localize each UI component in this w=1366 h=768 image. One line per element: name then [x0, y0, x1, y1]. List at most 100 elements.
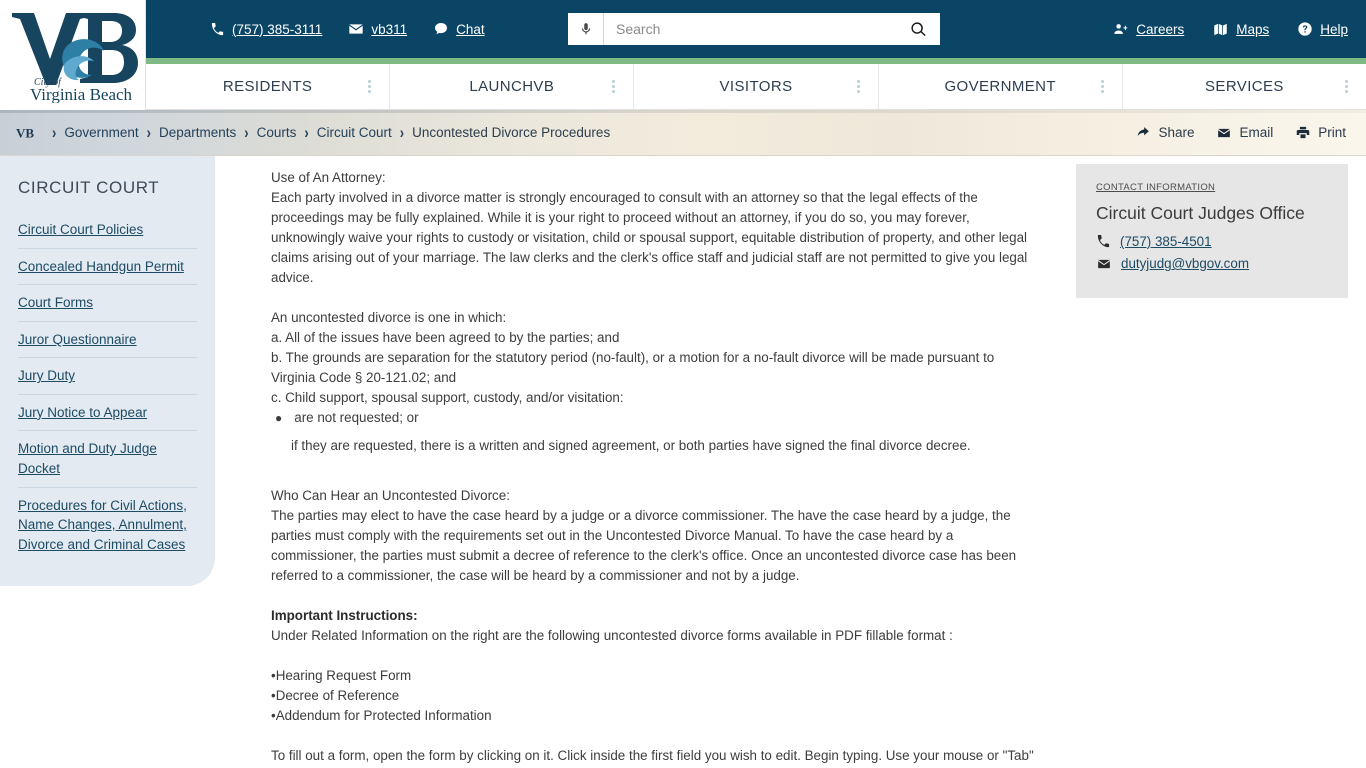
attorney-body: Each party involved in a divorce matter …: [271, 190, 1028, 285]
nav-item-visitors[interactable]: VISITORS: [634, 64, 879, 109]
contact-information-card: CONTACT INFORMATION Circuit Court Judges…: [1076, 164, 1348, 298]
header-careers-label: Careers: [1136, 21, 1185, 37]
breadcrumb-separator: ›: [52, 123, 57, 142]
breadcrumb-item-current: Uncontested Divorce Procedures: [412, 125, 611, 140]
nav-more-icon-launchvb[interactable]: [612, 80, 616, 93]
uncontested-item-c: c. Child support, spousal support, custo…: [271, 390, 624, 405]
sidebar-item-jury-notice-to-appear[interactable]: Jury Notice to Appear: [18, 395, 197, 432]
nav-item-services[interactable]: SERVICES: [1123, 64, 1366, 109]
nav-more-icon-services[interactable]: [1345, 80, 1349, 93]
print-button[interactable]: Print: [1295, 125, 1346, 140]
search-icon: [910, 21, 926, 36]
section-sidebar: CIRCUIT COURT Circuit Court Policies Con…: [0, 156, 215, 587]
nav-label-government: GOVERNMENT: [944, 78, 1056, 95]
email-icon: [349, 24, 363, 34]
search-submit-button[interactable]: [896, 13, 940, 45]
nav-item-residents[interactable]: RESIDENTS: [146, 64, 391, 109]
header-utility-links: Careers Maps Help: [1112, 21, 1348, 37]
careers-icon: [1114, 23, 1128, 34]
header-careers-link[interactable]: Careers: [1112, 22, 1184, 37]
contact-name: Circuit Court Judges Office: [1096, 203, 1305, 223]
page-body: CIRCUIT COURT Circuit Court Policies Con…: [0, 156, 1366, 764]
share-label: Share: [1158, 125, 1195, 140]
contact-phone-link[interactable]: (757) 385-4501: [1120, 234, 1212, 249]
breadcrumb-separator: ›: [399, 123, 405, 142]
header-maps-link[interactable]: Maps: [1212, 22, 1269, 37]
sidebar-item-procedures-for-civil-actions[interactable]: Procedures for Civil Actions, Name Chang…: [18, 488, 197, 563]
contact-email-row: dutyjudg@vbgov.com: [1096, 256, 1328, 271]
uncontested-item-b: b. The grounds are separation for the st…: [271, 350, 995, 385]
breadcrumb-home-link[interactable]: VB: [16, 124, 42, 142]
attorney-heading: Use of An Attorney:: [271, 170, 386, 185]
who-heading: Who Can Hear an Uncontested Divorce:: [271, 488, 510, 503]
nav-more-icon-visitors[interactable]: [856, 80, 860, 93]
important-heading: Important Instructions:: [271, 608, 418, 623]
breadcrumb-separator: ›: [304, 123, 309, 142]
share-icon: [1138, 126, 1150, 136]
microphone-icon: [581, 23, 590, 35]
header-vb311-label: vb311: [371, 21, 408, 37]
header-maps-label: Maps: [1236, 21, 1270, 37]
nav-item-government[interactable]: GOVERNMENT: [879, 64, 1123, 109]
map-icon: [1214, 23, 1227, 35]
header-phone-label: (757) 385-3111: [232, 21, 323, 37]
nav-more-icon-residents[interactable]: [368, 80, 372, 93]
phone-icon: [1097, 234, 1110, 248]
contact-kicker[interactable]: CONTACT INFORMATION: [1096, 182, 1328, 193]
contact-phone-row: (757) 385-4501: [1096, 234, 1328, 249]
form-item-hearing-request: •Hearing Request Form: [271, 668, 412, 683]
breadcrumb-item-government[interactable]: Government: [64, 125, 138, 140]
sidebar-item-circuit-court-policies[interactable]: Circuit Court Policies: [18, 212, 197, 249]
sidebar-item-juror-questionnaire[interactable]: Juror Questionnaire: [18, 322, 197, 359]
nav-more-icon-government[interactable]: [1100, 80, 1104, 93]
sidebar-item-jury-duty[interactable]: Jury Duty: [18, 358, 197, 395]
uncontested-item-a: a. All of the issues have been agreed to…: [271, 330, 620, 345]
email-icon: [1098, 259, 1110, 268]
email-button[interactable]: Email: [1216, 125, 1273, 140]
related-rail: CONTACT INFORMATION Circuit Court Judges…: [1076, 156, 1366, 764]
breadcrumb-bar: VB › Government › Departments › Courts ›…: [0, 110, 1366, 156]
help-icon: [1298, 22, 1312, 36]
sidebar-title: CIRCUIT COURT: [18, 178, 160, 197]
who-body: The parties may elect to have the case h…: [271, 508, 1017, 583]
uncontested-intro: An uncontested divorce is one in which:: [271, 310, 507, 325]
print-label: Print: [1318, 125, 1346, 140]
chat-icon: [435, 23, 448, 35]
bullet-icon: ●: [275, 411, 283, 425]
header-chat-link[interactable]: Chat: [433, 21, 485, 37]
nav-label-residents: RESIDENTS: [222, 78, 313, 95]
header-phone-link[interactable]: (757) 385-3111: [210, 22, 322, 37]
form-item-addendum: •Addendum for Protected Information: [271, 708, 492, 723]
email-icon: [1218, 128, 1231, 137]
header-vb311-link[interactable]: vb311: [348, 21, 407, 37]
nav-label-services: SERVICES: [1205, 78, 1284, 95]
breadcrumb-item-courts[interactable]: Courts: [257, 125, 297, 140]
search-input[interactable]: [604, 13, 896, 45]
contact-email-link[interactable]: dutyjudg@vbgov.com: [1121, 256, 1249, 271]
phone-icon: [211, 22, 224, 35]
sidebar-item-court-forms[interactable]: Court Forms: [18, 285, 197, 322]
breadcrumb: VB › Government › Departments › Courts ›…: [16, 123, 611, 142]
main-navigation: RESIDENTS LAUNCHVB VISITORS GOVERNMENT S…: [146, 64, 1366, 110]
voice-search-button[interactable]: [568, 13, 604, 45]
important-body: Under Related Information on the right a…: [271, 628, 953, 643]
bullet-text-1: are not requested; or: [294, 410, 419, 425]
virginia-beach-logo-icon: City of Virginia Beach: [11, 13, 138, 103]
site-logo[interactable]: City of Virginia Beach: [0, 0, 146, 110]
vb-monogram-icon: VB: [16, 125, 34, 140]
breadcrumb-item-departments[interactable]: Departments: [159, 125, 236, 140]
sidebar-item-motion-and-duty-judge-docket[interactable]: Motion and Duty Judge Docket: [18, 431, 197, 488]
header-help-link[interactable]: Help: [1297, 21, 1348, 37]
share-button[interactable]: Share: [1135, 125, 1194, 140]
form-item-decree-of-reference: •Decree of Reference: [271, 688, 400, 703]
nav-label-launchvb: LAUNCHVB: [469, 78, 555, 95]
bullet-text-2: if they are requested, there is a writte…: [291, 438, 971, 453]
nav-item-launchvb[interactable]: LAUNCHVB: [390, 64, 635, 109]
sidebar-item-concealed-handgun-permit[interactable]: Concealed Handgun Permit: [18, 249, 197, 286]
breadcrumb-separator: ›: [244, 123, 249, 142]
breadcrumb-item-circuit-court[interactable]: Circuit Court: [317, 125, 392, 140]
nav-label-visitors: VISITORS: [719, 78, 793, 95]
site-header: City of Virginia Beach (757) 385-3111 vb…: [0, 0, 1366, 110]
page-actions: Share Email Print: [1135, 125, 1346, 140]
print-icon: [1296, 126, 1310, 139]
